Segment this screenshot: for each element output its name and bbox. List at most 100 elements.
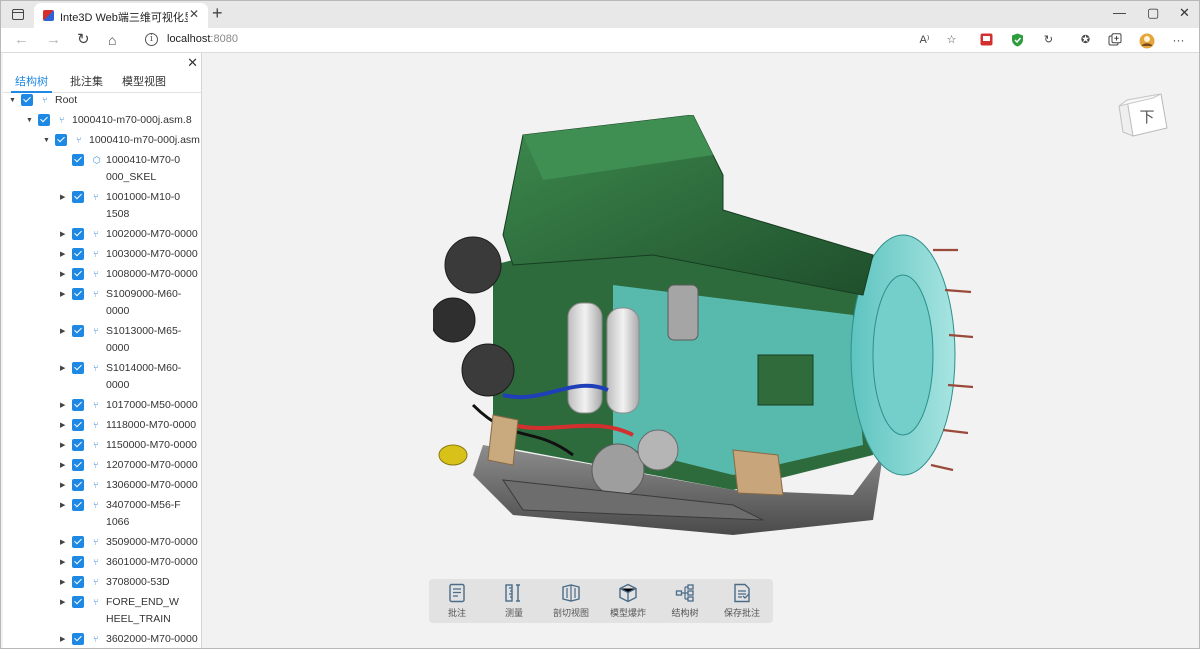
tree-node-checkbox[interactable] bbox=[72, 536, 84, 548]
caret-right-icon[interactable]: ▶ bbox=[60, 286, 65, 303]
tree-node[interactable]: ▶ ⑂ 3509000-M70-0000 bbox=[3, 534, 201, 554]
tree-node[interactable]: ▶ ⑂ 3601000-M70-0000 bbox=[3, 554, 201, 574]
structure-tree-button[interactable]: 结构树 bbox=[657, 583, 713, 621]
tree-node-checkbox[interactable] bbox=[55, 134, 67, 146]
tree-node-checkbox[interactable] bbox=[72, 479, 84, 491]
caret-down-icon[interactable]: ▼ bbox=[26, 112, 33, 129]
tree-node-checkbox[interactable] bbox=[72, 191, 84, 203]
explode-model-button[interactable]: 模型爆炸 bbox=[600, 583, 656, 621]
caret-right-icon[interactable]: ▶ bbox=[60, 397, 65, 414]
restore-button[interactable]: ▢ bbox=[1147, 5, 1159, 21]
caret-right-icon[interactable]: ▶ bbox=[60, 594, 65, 611]
forward-button[interactable]: → bbox=[46, 31, 61, 49]
caret-right-icon[interactable]: ▶ bbox=[60, 534, 65, 551]
collections-icon[interactable] bbox=[1107, 33, 1122, 48]
measure-button[interactable]: 测量 bbox=[486, 583, 542, 621]
tree-node-checkbox[interactable] bbox=[72, 288, 84, 300]
tree-node[interactable]: ▶ ⑂ 1207000-M70-0000 bbox=[3, 457, 201, 477]
tree-node-checkbox[interactable] bbox=[72, 268, 84, 280]
caret-down-icon[interactable]: ▼ bbox=[43, 132, 50, 149]
tree-node[interactable]: ▶ ⑂ S1009000-M60-0000 bbox=[3, 286, 201, 323]
new-tab-button[interactable]: + bbox=[212, 3, 223, 24]
tree-node-checkbox[interactable] bbox=[72, 576, 84, 588]
tree-node[interactable]: ▶ ⑂ S1014000-M60-0000 bbox=[3, 360, 201, 397]
caret-right-icon[interactable]: ▶ bbox=[60, 417, 65, 434]
close-window-button[interactable]: ✕ bbox=[1179, 5, 1190, 21]
tree-node-checkbox[interactable] bbox=[72, 419, 84, 431]
favorite-add-icon[interactable]: ☆ bbox=[944, 33, 959, 48]
tree-node[interactable]: ▶ ⑂ 3708000-53D bbox=[3, 574, 201, 594]
tree-node[interactable]: ▶ ⑂ 1017000-M50-0000 bbox=[3, 397, 201, 417]
tab-structure-tree[interactable]: 结构树 bbox=[11, 71, 52, 93]
caret-right-icon[interactable]: ▶ bbox=[60, 437, 65, 454]
browser-tab[interactable]: Inte3D Web端三维可视化显示 ✕ bbox=[34, 3, 208, 28]
caret-right-icon[interactable]: ▶ bbox=[60, 457, 65, 474]
tree-node-checkbox[interactable] bbox=[72, 439, 84, 451]
read-aloud-icon[interactable]: A⁾ bbox=[917, 33, 932, 48]
tree-node[interactable]: ▶ ⑂ 1118000-M70-0000 bbox=[3, 417, 201, 437]
site-info-icon[interactable]: i bbox=[145, 33, 158, 46]
tab-model-view[interactable]: 模型视图 bbox=[118, 71, 170, 93]
tree-node[interactable]: ▶ ⑂ FORE_END_WHEEL_TRAIN bbox=[3, 594, 201, 631]
tree-node-checkbox[interactable] bbox=[72, 633, 84, 645]
refresh-circle-icon[interactable]: ↻ bbox=[1041, 33, 1056, 48]
tree-node-checkbox[interactable] bbox=[72, 459, 84, 471]
url-field[interactable]: localhost:8080 bbox=[167, 33, 238, 45]
favorites-icon[interactable]: ✪ bbox=[1078, 33, 1093, 48]
3d-viewport[interactable]: 下 批注 测量 剖切视图 模型爆炸 结构树 保存批注 bbox=[203, 53, 1199, 648]
shield-green-icon[interactable] bbox=[1010, 33, 1025, 48]
tab-close-button[interactable]: ✕ bbox=[189, 7, 199, 21]
tree-node[interactable]: ▶ ⑂ 3602000-M70-0000 bbox=[3, 631, 201, 648]
profile-avatar-icon[interactable] bbox=[1139, 33, 1155, 49]
tree-node[interactable]: ▶ ⑂ 1150000-M70-0000 bbox=[3, 437, 201, 457]
tree-node[interactable]: ▶ ⑂ 1003000-M70-0000 bbox=[3, 246, 201, 266]
tree-node[interactable]: ▼ ⑂ 1000410-m70-000j.asm.8 bbox=[3, 112, 201, 132]
back-button[interactable]: ← bbox=[14, 31, 29, 49]
caret-right-icon[interactable]: ▶ bbox=[60, 574, 65, 591]
tree-node-checkbox[interactable] bbox=[72, 362, 84, 374]
tree-node-checkbox[interactable] bbox=[72, 596, 84, 608]
tree-node-checkbox[interactable] bbox=[72, 154, 84, 166]
save-annotation-button[interactable]: 保存批注 bbox=[714, 583, 770, 621]
tree-node[interactable]: ▶ ⑂ 1306000-M70-0000 bbox=[3, 477, 201, 497]
home-button[interactable]: ⌂ bbox=[108, 31, 116, 49]
caret-right-icon[interactable]: ▶ bbox=[60, 631, 65, 648]
caret-right-icon[interactable]: ▶ bbox=[60, 477, 65, 494]
tab-annotation-set[interactable]: 批注集 bbox=[66, 71, 107, 93]
caret-right-icon[interactable]: ▶ bbox=[60, 246, 65, 263]
tree-node[interactable]: ▼ ⑂ Root bbox=[3, 92, 201, 112]
caret-down-icon[interactable]: ▼ bbox=[9, 92, 16, 109]
caret-right-icon[interactable]: ▶ bbox=[60, 323, 65, 340]
tree-node-checkbox[interactable] bbox=[72, 399, 84, 411]
section-view-button[interactable]: 剖切视图 bbox=[543, 583, 599, 621]
tree-node[interactable]: ▶ ⑂ 3407000-M56-F1066 bbox=[3, 497, 201, 534]
caret-right-icon[interactable]: ▶ bbox=[60, 226, 65, 243]
tree-node[interactable]: ▶ ⑂ S1013000-M65-0000 bbox=[3, 323, 201, 360]
tree-node[interactable]: ▶ ⑂ 1008000-M70-0000 bbox=[3, 266, 201, 286]
tree-node-checkbox[interactable] bbox=[38, 114, 50, 126]
tree-node-checkbox[interactable] bbox=[72, 499, 84, 511]
annotation-button[interactable]: 批注 bbox=[429, 583, 485, 621]
extension-red-icon[interactable] bbox=[979, 33, 994, 48]
caret-right-icon[interactable]: ▶ bbox=[60, 497, 65, 514]
caret-right-icon[interactable]: ▶ bbox=[60, 189, 65, 206]
sidebar-close-button[interactable]: ✕ bbox=[187, 55, 198, 71]
tree-node-checkbox[interactable] bbox=[21, 94, 33, 106]
tree-node-checkbox[interactable] bbox=[72, 248, 84, 260]
engine-3d-model[interactable] bbox=[433, 115, 973, 565]
tab-actions-icon[interactable] bbox=[12, 9, 24, 20]
tree-node[interactable]: ▶ ⑂ 1002000-M70-0000 bbox=[3, 226, 201, 246]
tree-node[interactable]: ▼ ⑂ 1000410-m70-000j.asm bbox=[3, 132, 201, 152]
tree-node-checkbox[interactable] bbox=[72, 228, 84, 240]
reload-button[interactable]: ↻ bbox=[77, 31, 90, 49]
caret-right-icon[interactable]: ▶ bbox=[60, 554, 65, 571]
caret-right-icon[interactable]: ▶ bbox=[60, 266, 65, 283]
caret-right-icon[interactable]: ▶ bbox=[60, 360, 65, 377]
tree-node-checkbox[interactable] bbox=[72, 325, 84, 337]
view-cube[interactable]: 下 bbox=[1117, 90, 1169, 140]
more-icon[interactable]: ··· bbox=[1171, 33, 1186, 48]
tree-node-checkbox[interactable] bbox=[72, 556, 84, 568]
tree-node[interactable]: ⬡ 1000410-M70-0000_SKEL bbox=[3, 152, 201, 189]
minimize-button[interactable]: — bbox=[1113, 5, 1126, 20]
tree-node[interactable]: ▶ ⑂ 1001000-M10-01508 bbox=[3, 189, 201, 226]
